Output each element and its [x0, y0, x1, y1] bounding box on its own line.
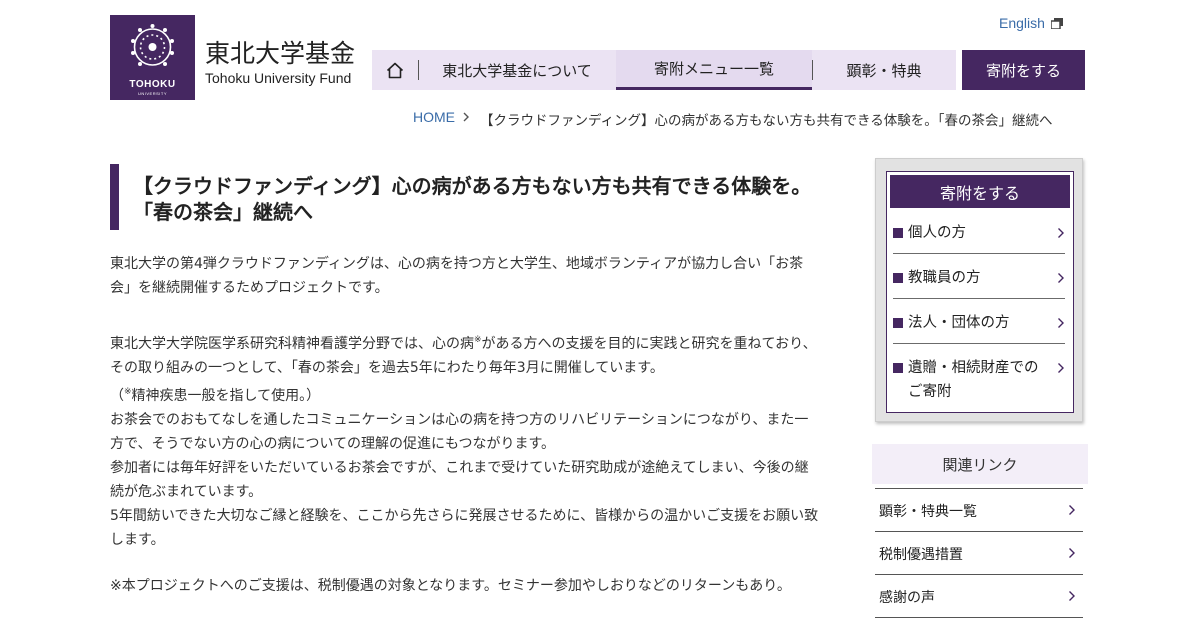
nav-home[interactable]	[372, 50, 418, 90]
site-subtitle[interactable]: Tohoku University Fund	[205, 70, 351, 86]
note-mark: ※	[124, 387, 132, 397]
nav-donation-menu[interactable]: 寄附メニュー一覧	[616, 50, 812, 90]
sidebar-item-label: 教職員の方	[908, 270, 981, 286]
nav-about[interactable]: 東北大学基金について	[418, 50, 616, 90]
sidebar-item-label: 遺贈・相続財産でのご寄附	[908, 360, 1039, 400]
sidebar-divider	[893, 343, 1065, 344]
external-window-icon	[1051, 18, 1063, 29]
breadcrumb-current: 【クラウドファンディング】心の病がある方もない方も共有できる体験を。「春の茶会」…	[480, 113, 1053, 129]
bullet-square-icon	[893, 363, 903, 373]
sidebar-donate-box: 寄附をする 個人の方 教職員の方 法人・団体の方 遺贈・相続財産でのご寄附	[875, 158, 1083, 422]
page-title: 【クラウドファンディング】心の病がある方もない方も共有できる体験を。「春の茶会」…	[133, 174, 812, 224]
related-link-honors[interactable]: 顕彰・特典一覧	[879, 501, 1079, 521]
chevron-right-icon	[1058, 318, 1064, 328]
sidebar-divider	[893, 253, 1065, 254]
body-text-4: 参加者には毎年好評をいただいているお茶会ですが、これまで受けていた研究助成が途絶…	[110, 460, 809, 500]
chevron-right-icon	[1069, 548, 1075, 558]
body-text: 東北大学大学院医学系研究科精神看護学分野では、心の病※がある方への支援を目的に実…	[110, 328, 820, 552]
note-open-paren: （	[110, 388, 124, 404]
logo-wordmark: TOHOKU	[129, 79, 176, 90]
related-link-tax[interactable]: 税制優遇措置	[879, 544, 1079, 564]
title-accent-bar	[110, 164, 119, 230]
body-text-1a: 東北大学大学院医学系研究科精神看護学分野では、心の病	[110, 336, 474, 352]
body-text-5: 5年間紡いできた大切なご縁と経験を、ここから先さらに発展させるために、皆様からの…	[110, 508, 819, 548]
related-link-thanks[interactable]: 感謝の声	[879, 587, 1079, 607]
chevron-right-icon	[1058, 363, 1064, 373]
intro-paragraph: 東北大学の第4弾クラウドファンディングは、心の病を持つ方と大学生、地域ボランティ…	[110, 256, 804, 296]
sidebar-donate-inner: 寄附をする 個人の方 教職員の方 法人・団体の方 遺贈・相続財産でのご寄附	[886, 171, 1074, 413]
note-explanation: 精神疾患一般を指して使用。）	[131, 388, 321, 404]
nav-honors[interactable]: 顕彰・特典	[812, 50, 956, 90]
chevron-right-icon	[1058, 228, 1064, 238]
chevron-right-icon	[1069, 505, 1075, 515]
related-divider	[875, 617, 1083, 618]
university-logo[interactable]: TOHOKU UNIVERSITY	[110, 15, 195, 100]
bullet-square-icon	[893, 318, 903, 328]
related-divider	[875, 531, 1083, 532]
related-links-title: 関連リンク	[872, 444, 1088, 484]
breadcrumb-home[interactable]: HOME	[413, 109, 455, 125]
chevron-right-icon	[463, 112, 469, 122]
tax-note: ※本プロジェクトへのご支援は、税制優遇の対象となります。セミナー参加やしおりなど…	[110, 578, 791, 594]
english-link[interactable]: English	[999, 15, 1045, 31]
sidebar-divider	[893, 298, 1065, 299]
chevron-right-icon	[1069, 591, 1075, 601]
site-title[interactable]: 東北大学基金	[205, 34, 355, 70]
global-nav: 東北大学基金について 寄附メニュー一覧 顕彰・特典	[372, 50, 956, 90]
logo-subtext: UNIVERSITY	[137, 91, 167, 96]
bullet-square-icon	[893, 273, 903, 283]
home-icon	[386, 62, 404, 78]
related-divider	[875, 574, 1083, 575]
sidebar-item-label: 法人・団体の方	[908, 315, 1010, 331]
sidebar-donate-title[interactable]: 寄附をする	[890, 175, 1070, 208]
note-mark: ※	[474, 335, 482, 345]
body-text-3: お茶会でのおもてなしを通したコミュニケーションは心の病を持つ方のリハビリテーショ…	[110, 412, 809, 452]
donate-button[interactable]: 寄附をする	[962, 50, 1085, 90]
bullet-square-icon	[893, 228, 903, 238]
chevron-right-icon	[1058, 273, 1064, 283]
sidebar-item-label: 個人の方	[908, 225, 966, 241]
related-divider	[875, 488, 1083, 489]
